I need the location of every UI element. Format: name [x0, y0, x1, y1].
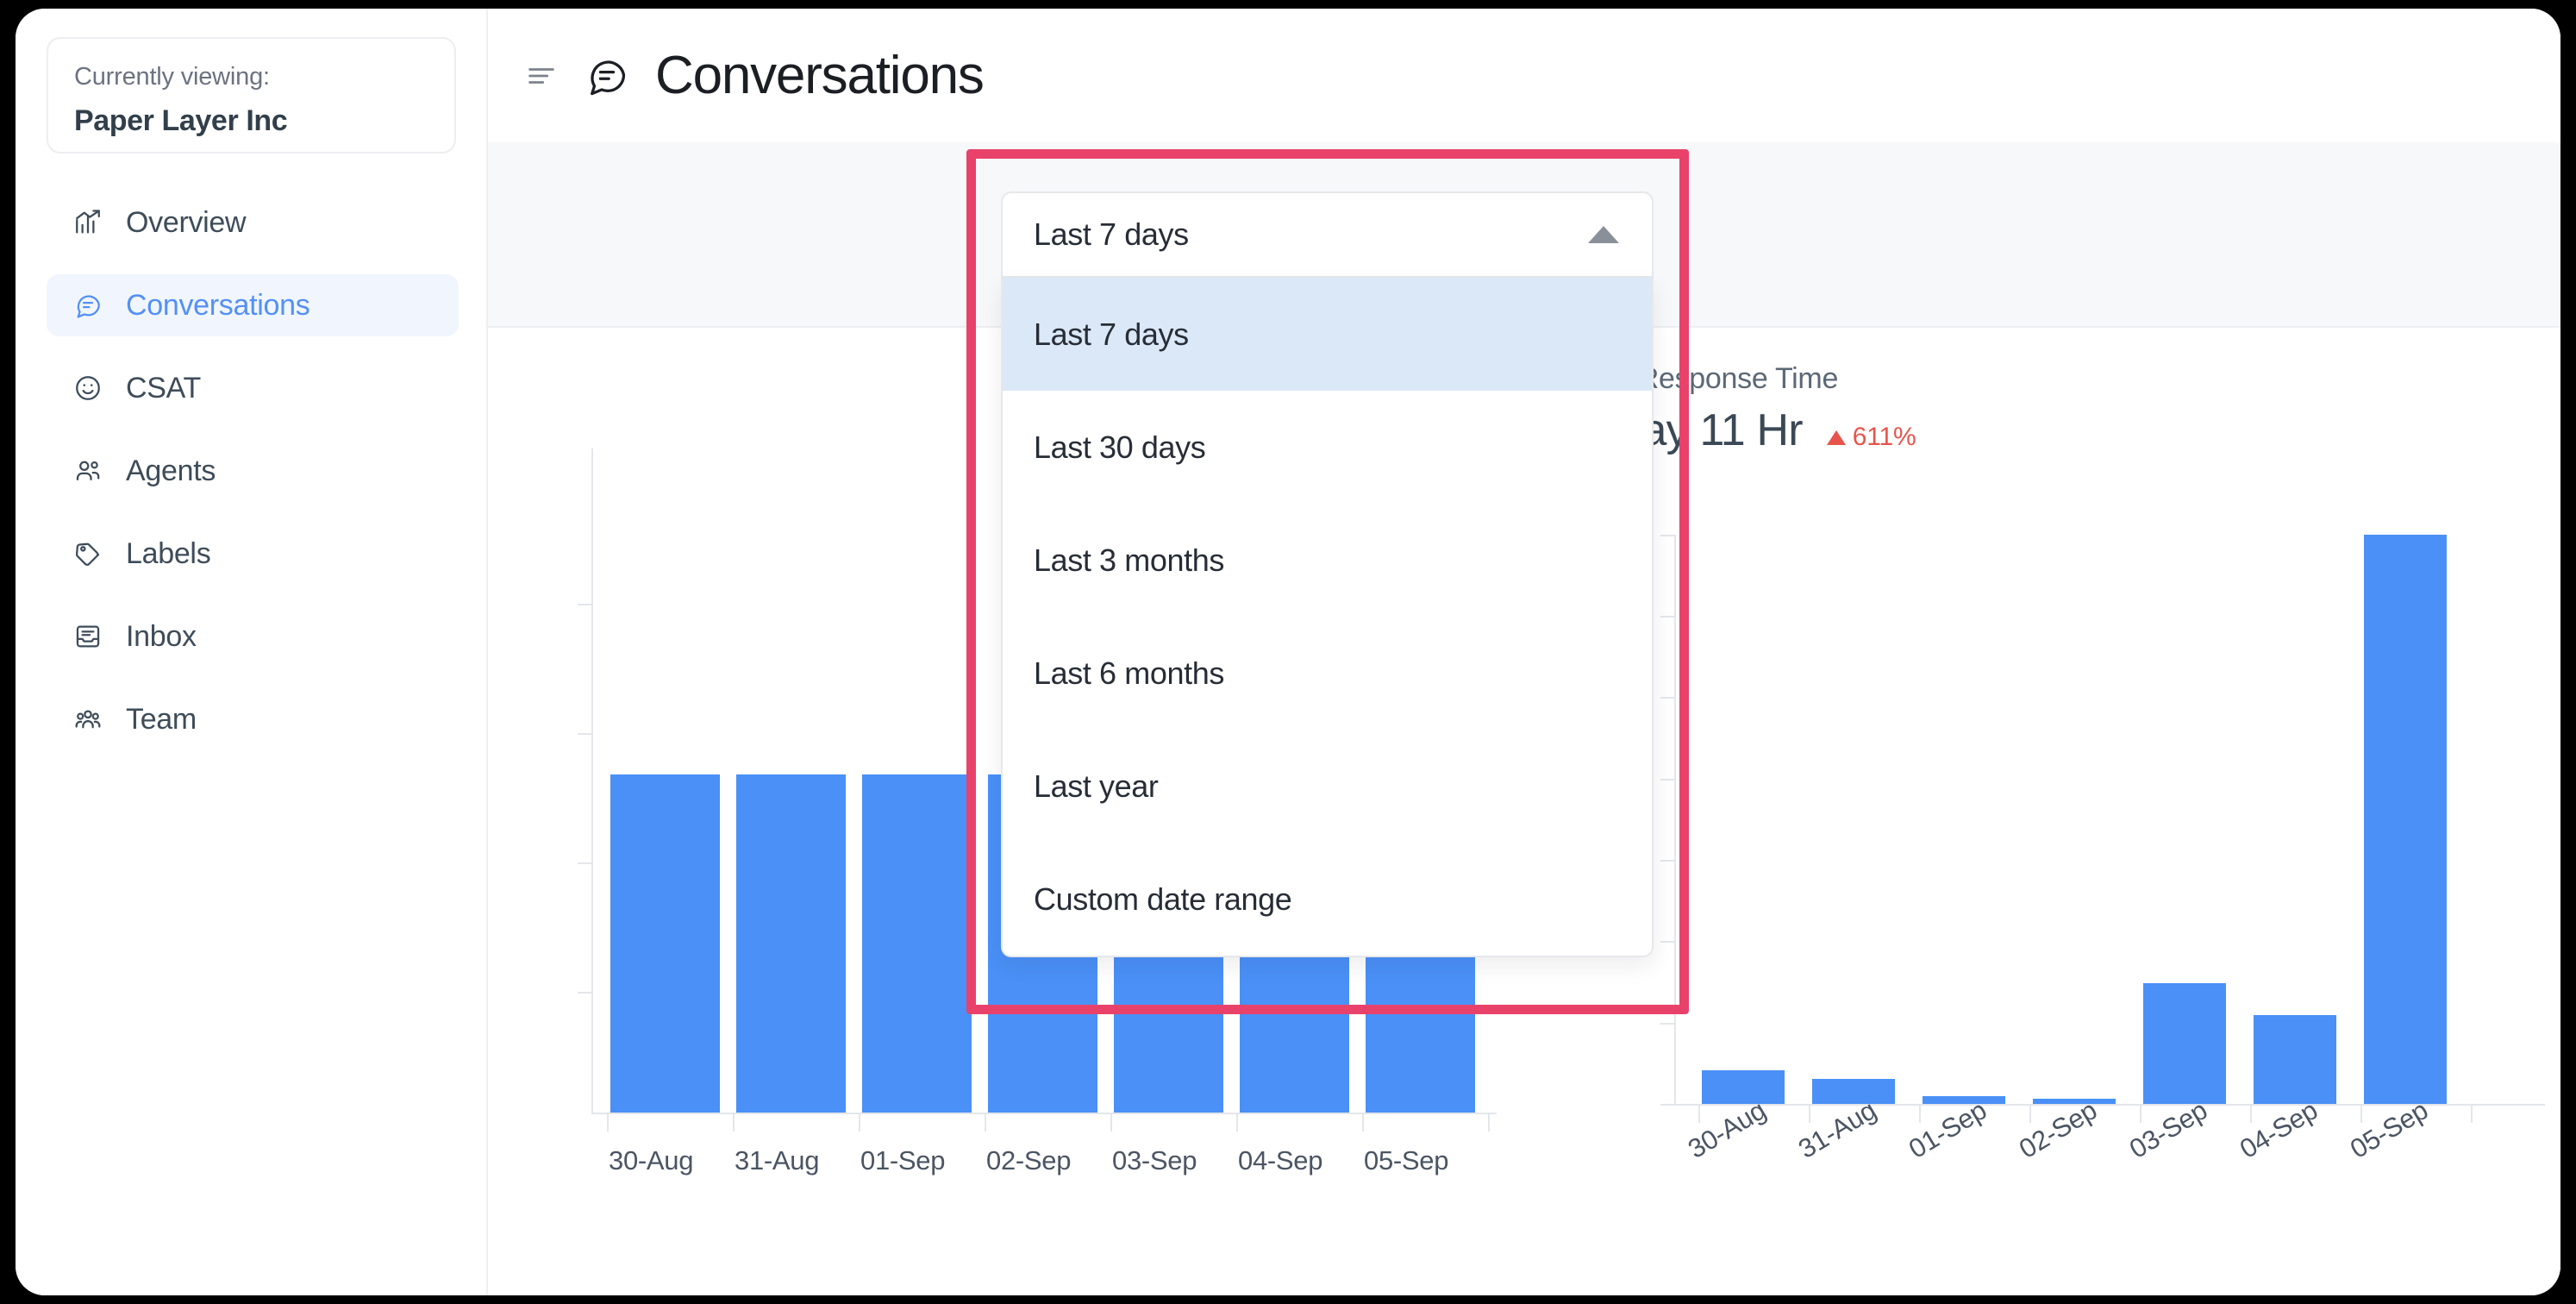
- page-header: Conversations: [488, 9, 2560, 142]
- first-response-time-panel: First Response Time 5 Day 11 Hr 611% 34d: [1574, 362, 2560, 1242]
- y-tick: [1660, 616, 1674, 618]
- y-axis: [591, 448, 593, 1113]
- main-content: Conversations 30-Aug 31-Aug 01-Sep 02-Se…: [488, 9, 2560, 1295]
- x-tick: [1919, 1104, 1921, 1123]
- bar: [2143, 983, 2226, 1104]
- bar: [1702, 1070, 1785, 1104]
- smiley-face-icon: [72, 373, 103, 404]
- x-tick: [2360, 1104, 2362, 1123]
- triangle-up-icon: [1826, 430, 1846, 445]
- chat-bubble-icon: [585, 53, 629, 98]
- x-axis-label: 01-Sep: [860, 1145, 946, 1175]
- y-tick: [1660, 697, 1674, 699]
- x-tick: [985, 1113, 986, 1132]
- tag-icon: [72, 538, 103, 569]
- y-tick: [578, 862, 591, 864]
- date-range-option-custom-date-range[interactable]: Custom date range: [1003, 843, 1652, 956]
- sidebar-item-label: Team: [126, 702, 197, 736]
- metric-delta-value: 611%: [1852, 423, 1916, 451]
- sidebar: Currently viewing: Paper Layer Inc Overv…: [16, 9, 488, 1295]
- hamburger-icon[interactable]: [524, 59, 559, 93]
- sidebar-item-agents[interactable]: Agents: [47, 440, 459, 502]
- y-axis: [1674, 535, 1676, 1104]
- bar: [1812, 1079, 1895, 1104]
- x-axis-label: 04-Sep: [1238, 1145, 1323, 1175]
- y-tick: [1660, 941, 1674, 943]
- bar: [2254, 1015, 2336, 1104]
- metric-delta: 611%: [1826, 423, 1916, 452]
- date-range-option-last-3-months[interactable]: Last 3 months: [1003, 504, 1652, 617]
- sidebar-item-conversations[interactable]: Conversations: [47, 274, 459, 336]
- x-tick: [2140, 1104, 2141, 1123]
- sidebar-item-label: Labels: [126, 536, 211, 570]
- date-range-dropdown: Last 7 days Last 7 days Last 30 days Las…: [1001, 191, 1654, 957]
- inbox-icon: [72, 621, 103, 652]
- date-range-select[interactable]: Last 7 days: [1001, 191, 1654, 278]
- y-tick: [578, 733, 591, 735]
- y-tick: [1660, 1104, 1674, 1106]
- y-tick: [1660, 860, 1674, 862]
- x-axis-label: 31-Aug: [735, 1145, 820, 1175]
- caret-up-icon[interactable]: [1588, 226, 1619, 243]
- x-axis: [591, 1113, 1497, 1114]
- date-range-option-last-7-days[interactable]: Last 7 days: [1003, 278, 1652, 391]
- x-tick: [2471, 1104, 2473, 1123]
- bar: [736, 774, 846, 1113]
- date-range-option-list: Last 7 days Last 30 days Last 3 months L…: [1001, 278, 1654, 957]
- date-range-selected-value: Last 7 days: [1034, 216, 1189, 252]
- y-tick: [578, 604, 591, 605]
- bar: [862, 774, 972, 1113]
- x-tick: [1110, 1113, 1112, 1132]
- sidebar-item-overview[interactable]: Overview: [47, 191, 459, 254]
- metric-title: First Response Time: [1574, 362, 1839, 395]
- first-response-time-plot: 34d: [1602, 517, 2545, 1164]
- x-axis-label: 05-Sep: [1364, 1145, 1449, 1175]
- x-axis-label: 02-Sep: [986, 1145, 1072, 1175]
- x-tick: [1488, 1113, 1490, 1132]
- x-axis-label: 03-Sep: [1112, 1145, 1197, 1175]
- metric-row: 5 Day 11 Hr 611%: [1574, 404, 2560, 456]
- sidebar-item-label: Conversations: [126, 288, 310, 322]
- sidebar-item-csat[interactable]: CSAT: [47, 357, 459, 419]
- sidebar-item-labels[interactable]: Labels: [47, 523, 459, 585]
- bar: [610, 774, 720, 1113]
- org-card-name: Paper Layer Inc: [74, 103, 288, 137]
- x-tick: [1809, 1104, 1810, 1123]
- chat-bubble-icon: [72, 290, 103, 321]
- date-range-option-last-6-months[interactable]: Last 6 months: [1003, 617, 1652, 730]
- x-tick: [2029, 1104, 2031, 1123]
- y-tick: [1660, 779, 1674, 781]
- y-tick: [1660, 1023, 1674, 1025]
- sidebar-item-inbox[interactable]: Inbox: [47, 605, 459, 668]
- x-tick: [733, 1113, 735, 1132]
- x-tick: [859, 1113, 860, 1132]
- chart-growth-icon: [72, 207, 103, 238]
- org-context-card: Currently viewing: Paper Layer Inc: [47, 37, 456, 154]
- app-window: Currently viewing: Paper Layer Inc Overv…: [16, 9, 2560, 1295]
- x-tick: [1698, 1104, 1700, 1123]
- org-card-label: Currently viewing:: [74, 63, 270, 91]
- sidebar-item-label: CSAT: [126, 371, 201, 404]
- date-range-option-last-30-days[interactable]: Last 30 days: [1003, 391, 1652, 504]
- y-tick: [1660, 535, 1674, 536]
- people-icon: [72, 455, 103, 486]
- x-tick: [2250, 1104, 2252, 1123]
- sidebar-item-label: Agents: [126, 454, 216, 487]
- sidebar-item-label: Inbox: [126, 619, 197, 653]
- sidebar-nav: Overview Conversations CSAT Agents Label…: [47, 191, 459, 771]
- x-tick: [1236, 1113, 1238, 1132]
- sidebar-item-label: Overview: [126, 205, 247, 239]
- y-tick: [578, 992, 591, 994]
- x-tick: [607, 1113, 609, 1132]
- page-title: Conversations: [655, 45, 985, 105]
- sidebar-item-team[interactable]: Team: [47, 688, 459, 750]
- date-range-option-last-year[interactable]: Last year: [1003, 730, 1652, 843]
- team-group-icon: [72, 704, 103, 735]
- x-tick: [1362, 1113, 1364, 1132]
- bar: [2364, 535, 2447, 1104]
- x-axis-label: 30-Aug: [609, 1145, 694, 1175]
